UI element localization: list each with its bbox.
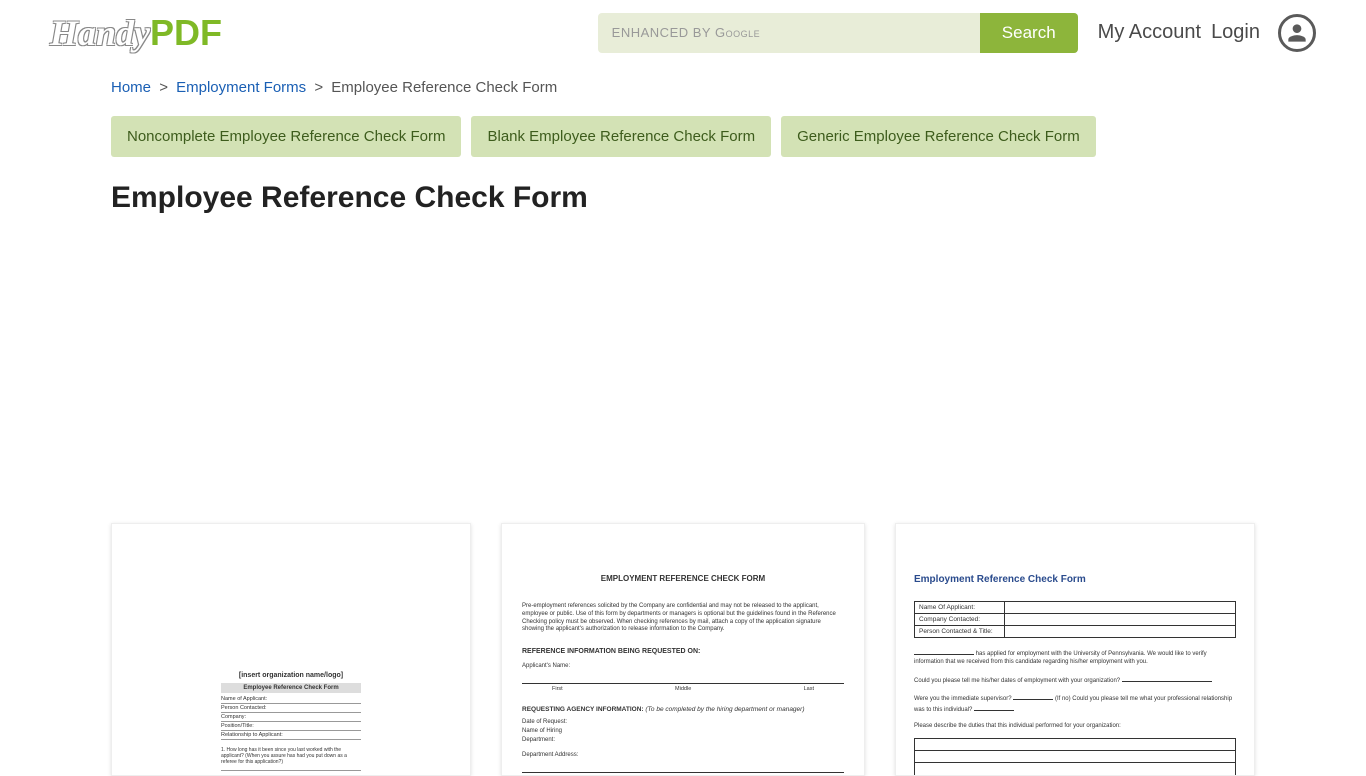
tag-noncomplete[interactable]: Noncomplete Employee Reference Check For… <box>111 116 461 157</box>
card2-para: Pre-employment references solicited by t… <box>522 603 844 634</box>
form-card-2[interactable]: EMPLOYMENT REFERENCE CHECK FORM Pre-empl… <box>501 523 865 776</box>
search-button[interactable]: Search <box>980 13 1078 53</box>
card1-title: Employee Reference Check Form <box>221 683 361 693</box>
tag-blank[interactable]: Blank Employee Reference Check Form <box>471 116 771 157</box>
form-card-3[interactable]: Employment Reference Check Form Name Of … <box>895 523 1255 776</box>
site-logo[interactable]: HandyPDF <box>50 12 222 54</box>
breadcrumb: Home > Employment Forms > Employee Refer… <box>111 65 1255 110</box>
avatar-icon[interactable] <box>1278 14 1316 52</box>
ad-space <box>111 233 1255 513</box>
form-card-1[interactable]: [insert organization name/logo] Employee… <box>111 523 471 776</box>
login-link[interactable]: Login <box>1211 21 1260 44</box>
breadcrumb-employment-forms[interactable]: Employment Forms <box>176 79 306 96</box>
related-tags: Noncomplete Employee Reference Check For… <box>111 116 1255 157</box>
card3-title: Employment Reference Check Form <box>914 574 1236 585</box>
card2-title: EMPLOYMENT REFERENCE CHECK FORM <box>522 574 844 583</box>
account-links: My Account Login <box>1098 14 1316 52</box>
my-account-link[interactable]: My Account <box>1098 21 1201 44</box>
tag-generic[interactable]: Generic Employee Reference Check Form <box>781 116 1096 157</box>
breadcrumb-current: Employee Reference Check Form <box>331 79 557 96</box>
page-title: Employee Reference Check Form <box>111 181 1255 215</box>
breadcrumb-home[interactable]: Home <box>111 79 151 96</box>
search-container: Search <box>598 13 1078 53</box>
search-input[interactable] <box>598 13 980 53</box>
card1-pretitle: [insert organization name/logo] <box>221 672 361 679</box>
